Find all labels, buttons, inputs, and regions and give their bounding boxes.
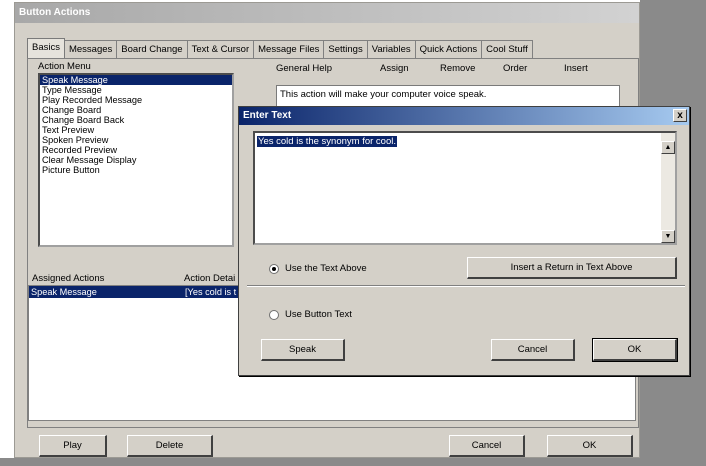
list-item[interactable]: Speak Message xyxy=(40,75,232,85)
dialog-title: Enter Text xyxy=(239,107,689,125)
help-text: This action will make your computer voic… xyxy=(280,89,487,100)
window-title: Button Actions xyxy=(15,3,639,23)
list-item[interactable]: Play Recorded Message xyxy=(40,95,232,105)
use-button-text-label: Use Button Text xyxy=(285,309,352,320)
action-menu-list[interactable]: Speak Message Type Message Play Recorded… xyxy=(38,73,234,247)
radio-unselected-icon[interactable] xyxy=(269,309,279,320)
general-help-header[interactable]: General Help xyxy=(276,63,332,74)
order-header[interactable]: Order xyxy=(503,63,527,74)
action-menu-label: Action Menu xyxy=(38,61,91,72)
list-item[interactable]: Recorded Preview xyxy=(40,145,232,155)
speak-button[interactable]: Speak xyxy=(261,339,345,361)
enter-text-dialog: Enter Text x Yes cold is the synonym for… xyxy=(238,106,690,376)
table-cell-action: Speak Message xyxy=(31,287,97,297)
list-item[interactable]: Picture Button xyxy=(40,165,232,175)
scroll-up-icon[interactable]: ▲ xyxy=(661,141,675,154)
entered-text[interactable]: Yes cold is the synonym for cool. xyxy=(257,136,397,147)
assigned-actions-header: Assigned Actions xyxy=(32,273,105,284)
use-button-text-option[interactable]: Use Button Text xyxy=(269,309,352,320)
list-item[interactable]: Change Board xyxy=(40,105,232,115)
use-text-above-label: Use the Text Above xyxy=(285,263,367,274)
use-text-above-option[interactable]: Use the Text Above xyxy=(269,263,367,274)
list-item[interactable]: Spoken Preview xyxy=(40,135,232,145)
table-cell-detail: [Yes cold is t xyxy=(185,287,237,297)
list-item[interactable]: Type Message xyxy=(40,85,232,95)
radio-selected-icon[interactable] xyxy=(269,263,279,274)
assign-header[interactable]: Assign xyxy=(380,63,409,74)
list-item[interactable]: Text Preview xyxy=(40,125,232,135)
tab-text-cursor[interactable]: Text & Cursor xyxy=(186,40,255,58)
close-icon[interactable]: x xyxy=(673,109,687,122)
list-item[interactable]: Change Board Back xyxy=(40,115,232,125)
ok-button[interactable]: OK xyxy=(547,435,633,457)
dialog-cancel-button[interactable]: Cancel xyxy=(491,339,575,361)
play-button[interactable]: Play xyxy=(39,435,107,457)
dialog-ok-button[interactable]: OK xyxy=(592,338,678,362)
tab-message-files[interactable]: Message Files xyxy=(253,40,325,58)
scroll-down-icon[interactable]: ▼ xyxy=(661,230,675,243)
delete-button[interactable]: Delete xyxy=(127,435,213,457)
tab-settings[interactable]: Settings xyxy=(323,40,368,58)
vertical-scrollbar[interactable]: ▲ ▼ xyxy=(661,133,675,243)
enter-text-area[interactable]: Yes cold is the synonym for cool. ▲ ▼ xyxy=(253,131,677,245)
tab-messages[interactable]: Messages xyxy=(63,40,118,58)
action-details-header: Action Detai xyxy=(184,273,236,284)
list-item[interactable]: Clear Message Display xyxy=(40,155,232,165)
help-text-box: This action will make your computer voic… xyxy=(276,85,620,107)
tab-basics[interactable]: Basics xyxy=(27,38,65,58)
tab-variables[interactable]: Variables xyxy=(366,40,416,58)
remove-header[interactable]: Remove xyxy=(440,63,475,74)
desktop-background-bottom xyxy=(0,458,706,466)
tab-strip: Basics Messages Board Change Text & Curs… xyxy=(27,38,533,58)
separator xyxy=(247,285,685,287)
tab-cool-stuff[interactable]: Cool Stuff xyxy=(481,40,533,58)
cancel-button[interactable]: Cancel xyxy=(449,435,525,457)
tab-quick-actions[interactable]: Quick Actions xyxy=(414,40,483,58)
tab-board-change[interactable]: Board Change xyxy=(116,40,188,58)
insert-header[interactable]: Insert xyxy=(564,63,588,74)
insert-return-button[interactable]: Insert a Return in Text Above xyxy=(467,257,677,279)
